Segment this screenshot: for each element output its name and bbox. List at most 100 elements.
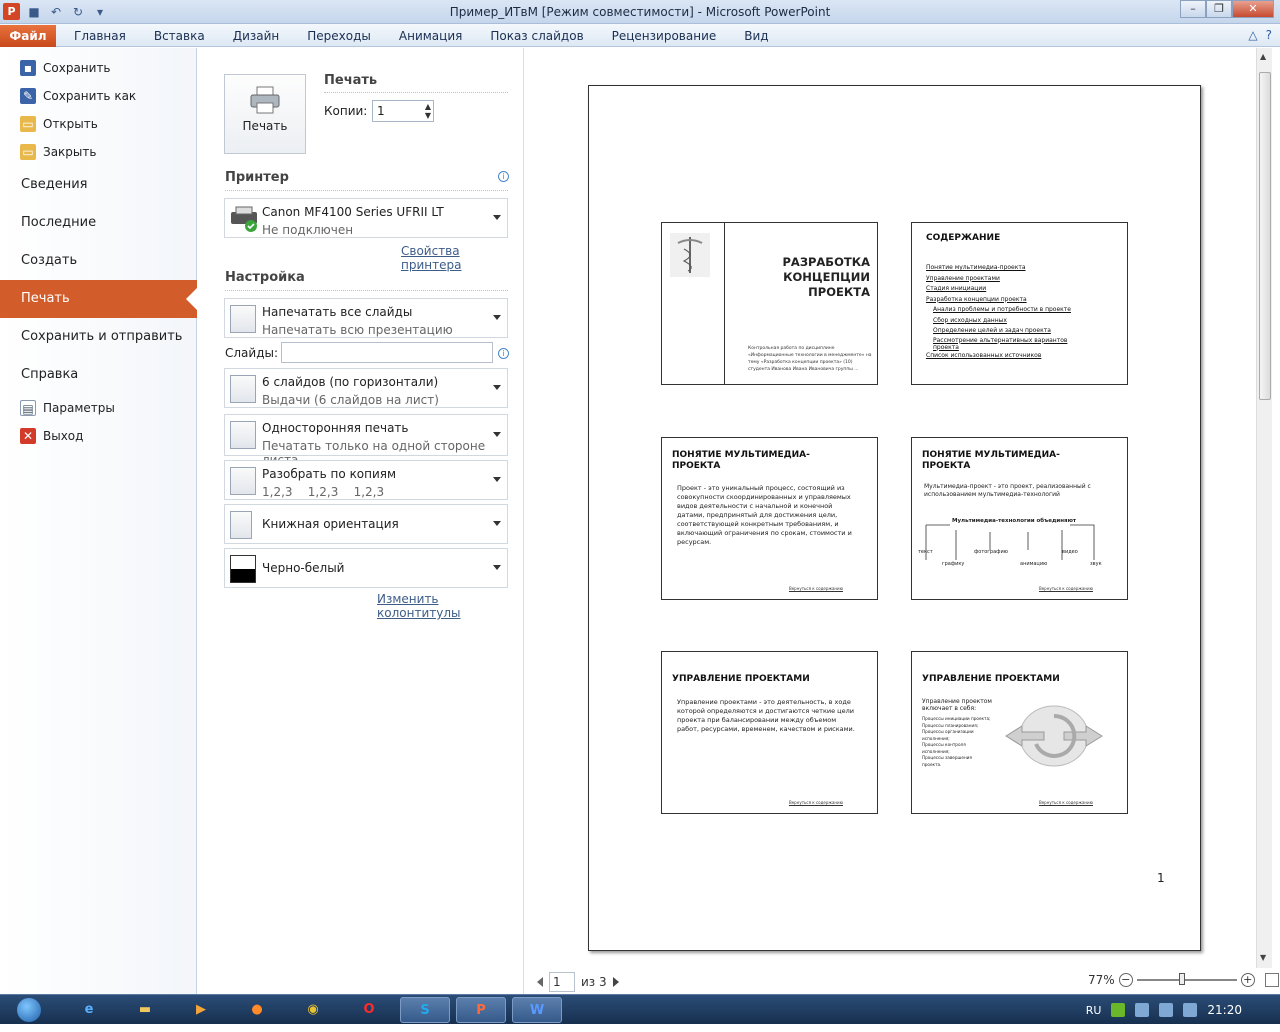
slides-info-icon[interactable]: i [498,348,509,359]
opera-icon[interactable]: O [344,997,394,1023]
nav-help[interactable]: Справка [0,356,196,394]
nav-print[interactable]: Печать [0,280,197,318]
diagram-item: фотографию [974,549,1008,555]
zoom-out-icon[interactable]: − [1118,973,1133,987]
tab-design[interactable]: Дизайн [219,29,294,43]
nav-save[interactable]: ▪ Сохранить [0,54,196,82]
orientation-dropdown[interactable]: Книжная ориентация [224,504,508,544]
tab-transitions[interactable]: Переходы [293,29,385,43]
toc-item[interactable]: Управление проектами [926,274,1086,285]
zoom-slider-knob[interactable] [1178,973,1185,985]
scroll-down-icon[interactable]: ▼ [1260,953,1266,962]
tab-view[interactable]: Вид [730,29,782,43]
copies-value: 1 [377,104,385,118]
clock[interactable]: 21:20 [1207,1003,1242,1017]
print-range-dropdown[interactable]: Напечатать все слайды Напечатать всю пре… [224,298,508,338]
print-button[interactable]: Печать [224,74,306,154]
nav-info[interactable]: Сведения [0,166,196,204]
copies-spinner[interactable]: ▲ ▼ [425,102,431,120]
word-taskbar-icon[interactable]: W [512,997,562,1023]
slide-6-footer[interactable]: Вернуться к содержанию [1039,800,1093,805]
slide-3-footer[interactable]: Вернуться к содержанию [789,586,843,591]
slides-label: Слайды: [225,346,279,360]
exit-icon: ✕ [20,428,36,444]
nvidia-tray-icon[interactable] [1111,1003,1126,1017]
toc-item[interactable]: Понятие мультимедиа-проекта [926,263,1086,274]
zoom-in-icon[interactable]: + [1240,973,1255,987]
firefox-icon[interactable]: ● [232,997,282,1023]
slide-2-title: СОДЕРЖАНИЕ [926,233,1001,243]
printer-dropdown[interactable]: Canon MF4100 Series UFRII LT Не подключе… [224,198,508,238]
edit-headers-footers-link[interactable]: Изменить колонтитулы [377,592,523,620]
powerpoint-taskbar-icon[interactable]: P [456,997,506,1023]
maximize-button[interactable]: ❐ [1206,0,1232,18]
tab-animations[interactable]: Анимация [385,29,476,43]
zoom-level[interactable]: 77% [1088,973,1115,987]
fit-to-window-icon[interactable] [1264,973,1279,987]
nav-close[interactable]: ▭ Закрыть [0,138,196,166]
tab-insert[interactable]: Вставка [140,29,219,43]
volume-icon[interactable] [1183,1003,1198,1017]
slide-1-title: РАЗРАБОТКА КОНЦЕПЦИИ ПРОЕКТА [782,255,870,299]
copies-input[interactable]: 1 ▲ ▼ [372,100,434,122]
nav-new[interactable]: Создать [0,242,196,280]
help-icon[interactable]: ? [1266,28,1272,42]
toc-item[interactable]: Сбор исходных данных [926,316,1086,327]
tray-icon[interactable] [1135,1003,1150,1017]
nav-save-and-send[interactable]: Сохранить и отправить [0,318,196,356]
diagram-item: анимацию [1020,561,1048,567]
language-indicator[interactable]: RU [1086,1004,1102,1017]
nav-options[interactable]: ▤ Параметры [0,394,196,422]
slide-thumbnail-4: ПОНЯТИЕ МУЛЬТИМЕДИА-ПРОЕКТА Мультимедиа-… [911,437,1128,600]
tab-review[interactable]: Рецензирование [598,29,731,43]
backstage-nav: ▪ Сохранить ✎ Сохранить как ▭ Открыть ▭ … [0,48,197,994]
nav-exit[interactable]: ✕ Выход [0,422,196,450]
tab-file[interactable]: Файл [0,25,56,47]
slide-4-footer[interactable]: Вернуться к содержанию [1039,586,1093,591]
nav-recent[interactable]: Последние [0,204,196,242]
toc-item[interactable]: Разработка концепции проекта [926,295,1086,306]
next-page-icon[interactable] [612,977,619,987]
slide-thumbnail-5: УПРАВЛЕНИЕ ПРОЕКТАМИ Управление проектам… [661,651,878,814]
minimize-ribbon-icon[interactable]: △ [1248,28,1257,42]
skype-icon[interactable]: S [400,997,450,1023]
page-number-input[interactable]: 1 [549,972,575,992]
previous-page-icon[interactable] [537,977,543,987]
list-item: Процессы завершения проекта. [922,755,972,767]
printer-properties-link[interactable]: Свойства принтера [401,244,523,272]
toc-item[interactable]: Определение целей и задач проекта [926,326,1086,337]
close-window-button[interactable]: ✕ [1232,0,1274,18]
scroll-thumb[interactable] [1259,72,1271,400]
toc-item[interactable]: Анализ проблемы и потребности в проекте [926,305,1086,316]
sides-dropdown[interactable]: Односторонняя печать Печатать только на … [224,414,508,467]
chrome-icon[interactable]: ◉ [288,997,338,1023]
printer-info-icon[interactable]: i [498,171,509,182]
toc-item[interactable]: Список использованных источников [926,351,1086,362]
toc-item[interactable]: Рассмотрение альтернативных вариантов пр… [926,337,1086,351]
minimize-button[interactable]: – [1180,0,1206,18]
toc-item[interactable]: Стадия инициации [926,284,1086,295]
tab-slideshow[interactable]: Показ слайдов [476,29,597,43]
network-icon[interactable] [1159,1003,1174,1017]
slides-input[interactable] [281,342,493,363]
internet-explorer-icon[interactable]: e [64,997,114,1023]
chevron-down-icon [493,385,501,390]
slide-thumbnail-6: УПРАВЛЕНИЕ ПРОЕКТАМИ Управление проектом… [911,651,1128,814]
slide-5-footer[interactable]: Вернуться к содержанию [789,800,843,805]
collate-dropdown[interactable]: Разобрать по копиям 1,2,3 1,2,3 1,2,3 [224,460,508,500]
media-player-icon[interactable]: ▶ [176,997,226,1023]
nav-open[interactable]: ▭ Открыть [0,110,196,138]
layout-dropdown[interactable]: 6 слайдов (по горизонтали) Выдачи (6 сла… [224,368,508,408]
list-item: Процессы организации исполнения; [922,729,974,741]
start-button[interactable] [6,995,52,1025]
preview-scrollbar[interactable]: ▲ ▼ [1256,48,1272,968]
nav-save-as[interactable]: ✎ Сохранить как [0,82,196,110]
color-dropdown[interactable]: Черно-белый [224,548,508,588]
printer-device-icon [231,206,257,232]
diagram-item: текст [918,549,933,555]
scroll-up-icon[interactable]: ▲ [1260,52,1266,61]
explorer-folder-icon[interactable]: ▬ [120,997,170,1023]
zoom-slider[interactable] [1136,973,1237,985]
preview-page-number: 1 [1157,871,1165,885]
tab-home[interactable]: Главная [60,29,140,43]
